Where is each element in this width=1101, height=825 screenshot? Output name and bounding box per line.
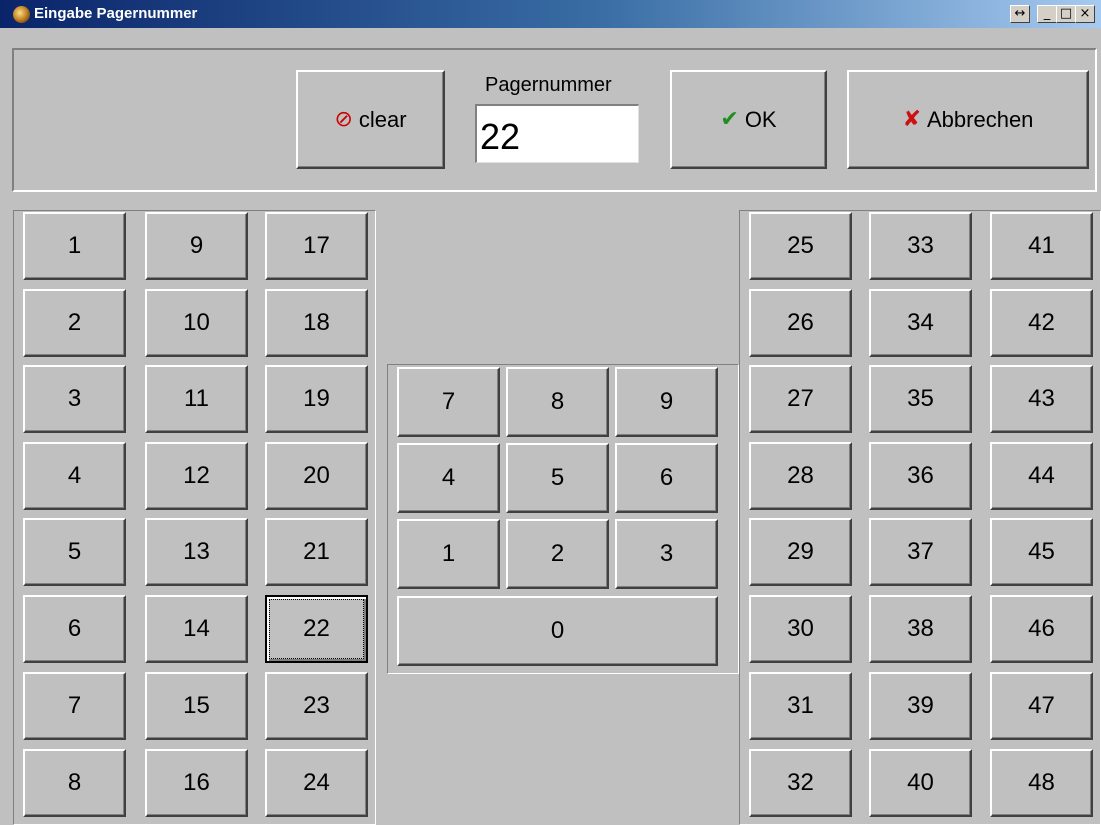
keypad-button-9[interactable]: 9: [615, 367, 718, 437]
pager-button-42[interactable]: 42: [990, 289, 1093, 357]
clear-label: clear: [358, 106, 407, 132]
pager-button-28[interactable]: 28: [749, 442, 852, 510]
window-title: Eingabe Pagernummer: [34, 5, 198, 22]
pager-button-14[interactable]: 14: [145, 595, 248, 663]
pager-button-9[interactable]: 9: [145, 212, 248, 280]
pager-button-37[interactable]: 37: [869, 518, 972, 586]
pager-button-21[interactable]: 21: [265, 518, 368, 586]
pager-button-3[interactable]: 3: [23, 365, 126, 433]
keypad-button-2[interactable]: 2: [506, 519, 609, 589]
keypad-button-5[interactable]: 5: [506, 443, 609, 513]
pager-button-5[interactable]: 5: [23, 518, 126, 586]
pager-button-2[interactable]: 2: [23, 289, 126, 357]
pager-button-29[interactable]: 29: [749, 518, 852, 586]
pager-button-45[interactable]: 45: [990, 518, 1093, 586]
pager-number-input[interactable]: [475, 104, 639, 163]
keypad-button-4[interactable]: 4: [397, 443, 500, 513]
pager-label: Pagernummer: [485, 74, 612, 96]
pager-button-39[interactable]: 39: [869, 672, 972, 740]
pager-button-38[interactable]: 38: [869, 595, 972, 663]
cancel-button[interactable]: ✘ Abbrechen: [847, 70, 1089, 169]
keypad-button-1[interactable]: 1: [397, 519, 500, 589]
pager-button-27[interactable]: 27: [749, 365, 852, 433]
title-bar: Eingabe Pagernummer ↔ _ □ ×: [0, 0, 1101, 28]
pager-button-8[interactable]: 8: [23, 749, 126, 817]
pager-button-30[interactable]: 30: [749, 595, 852, 663]
minimize-button[interactable]: _: [1037, 5, 1057, 23]
keypad-button-8[interactable]: 8: [506, 367, 609, 437]
pager-button-10[interactable]: 10: [145, 289, 248, 357]
pager-button-34[interactable]: 34: [869, 289, 972, 357]
close-button[interactable]: ×: [1075, 5, 1095, 23]
pager-button-48[interactable]: 48: [990, 749, 1093, 817]
pager-button-31[interactable]: 31: [749, 672, 852, 740]
pager-button-24[interactable]: 24: [265, 749, 368, 817]
pager-button-33[interactable]: 33: [869, 212, 972, 280]
pager-button-23[interactable]: 23: [265, 672, 368, 740]
keypad-button-0[interactable]: 0: [397, 596, 718, 666]
keypad-button-6[interactable]: 6: [615, 443, 718, 513]
clear-button[interactable]: ⊘ clear: [296, 70, 445, 169]
pager-button-25[interactable]: 25: [749, 212, 852, 280]
pager-button-32[interactable]: 32: [749, 749, 852, 817]
pager-button-6[interactable]: 6: [23, 595, 126, 663]
pager-button-40[interactable]: 40: [869, 749, 972, 817]
pager-button-7[interactable]: 7: [23, 672, 126, 740]
ok-button[interactable]: ✔ OK: [670, 70, 827, 169]
pager-button-12[interactable]: 12: [145, 442, 248, 510]
pager-button-13[interactable]: 13: [145, 518, 248, 586]
keypad-button-3[interactable]: 3: [615, 519, 718, 589]
pager-button-15[interactable]: 15: [145, 672, 248, 740]
keypad-button-7[interactable]: 7: [397, 367, 500, 437]
pager-button-44[interactable]: 44: [990, 442, 1093, 510]
pager-button-35[interactable]: 35: [869, 365, 972, 433]
maximize-button[interactable]: □: [1056, 5, 1076, 23]
pager-button-17[interactable]: 17: [265, 212, 368, 280]
pager-button-43[interactable]: 43: [990, 365, 1093, 433]
pager-button-16[interactable]: 16: [145, 749, 248, 817]
pager-button-1[interactable]: 1: [23, 212, 126, 280]
app-icon: [13, 6, 30, 23]
no-entry-icon: ⊘: [334, 106, 353, 132]
pager-button-26[interactable]: 26: [749, 289, 852, 357]
cancel-label: Abbrechen: [927, 106, 1034, 132]
pager-button-41[interactable]: 41: [990, 212, 1093, 280]
resize-icon[interactable]: ↔: [1010, 5, 1030, 23]
pager-button-46[interactable]: 46: [990, 595, 1093, 663]
pager-button-47[interactable]: 47: [990, 672, 1093, 740]
pager-button-36[interactable]: 36: [869, 442, 972, 510]
cross-icon: ✘: [902, 106, 921, 132]
ok-label: OK: [744, 106, 777, 132]
pager-button-20[interactable]: 20: [265, 442, 368, 510]
pager-button-4[interactable]: 4: [23, 442, 126, 510]
pager-button-11[interactable]: 11: [145, 365, 248, 433]
pager-button-22[interactable]: 22: [265, 595, 368, 663]
pager-button-18[interactable]: 18: [265, 289, 368, 357]
pager-button-19[interactable]: 19: [265, 365, 368, 433]
checkmark-icon: ✔: [720, 106, 739, 132]
